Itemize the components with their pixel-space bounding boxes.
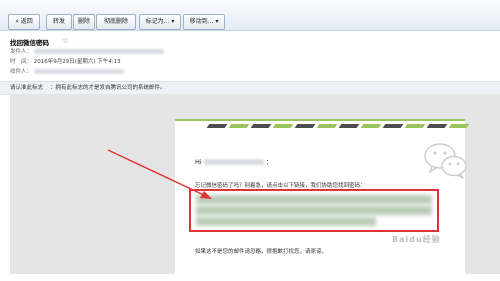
baidu-watermark: Baidu经验	[392, 235, 441, 244]
annotation-arrow	[107, 149, 212, 199]
